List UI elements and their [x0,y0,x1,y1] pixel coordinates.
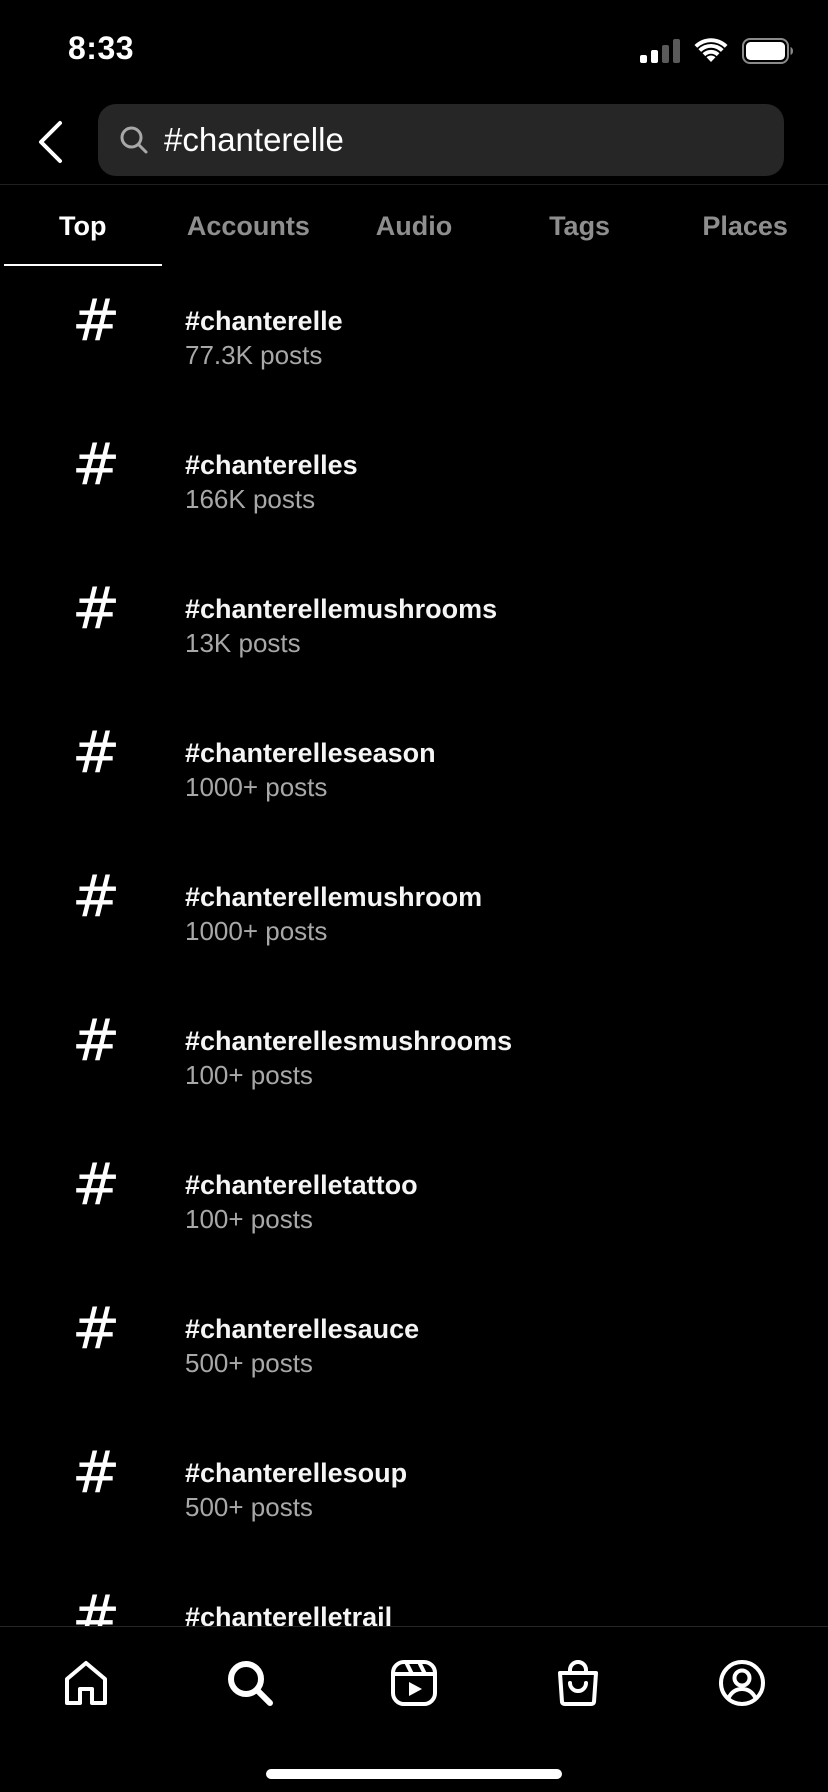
hashtag-icon: # [71,1294,121,1362]
reels-icon [391,1660,437,1706]
list-item[interactable]: # #chanterelle 77.3K posts [0,268,828,412]
post-count: 166K posts [185,484,316,514]
list-item[interactable]: # #chanterellemushrooms 13K posts [0,556,828,700]
hashtag-icon: # [71,430,121,498]
search-input[interactable] [164,121,784,159]
post-count: 13K posts [185,628,301,658]
nav-home[interactable] [56,1653,116,1713]
search-header [0,100,828,184]
search-icon [228,1661,273,1706]
search-bar[interactable] [98,104,784,176]
tab-places[interactable]: Places [662,186,828,266]
nav-profile[interactable] [712,1653,772,1713]
hashtag-name: #chanterelleseason [185,738,436,768]
tab-audio[interactable]: Audio [331,186,497,266]
hashtag-icon: # [71,574,121,642]
list-item[interactable]: # #chanterellesoup 500+ posts [0,1420,828,1564]
nav-search[interactable] [220,1653,280,1713]
list-item[interactable]: # #chanterellesauce 500+ posts [0,1276,828,1420]
status-bar: 8:33 [0,0,828,100]
hashtag-name: #chanterellesauce [185,1314,420,1344]
post-count: 100+ posts [185,1060,313,1090]
cellular-signal-icon [640,39,680,63]
hashtag-icon: # [71,718,121,786]
list-item[interactable]: # #chanterelletattoo 100+ posts [0,1132,828,1276]
post-count: 500+ posts [185,1348,313,1378]
hashtag-icon: # [71,286,121,354]
hashtag-name: #chanterelles [185,450,358,480]
status-time: 8:33 [68,30,135,66]
chevron-left-icon [39,121,62,163]
list-item[interactable]: # #chanterellesmushrooms 100+ posts [0,988,828,1132]
hashtag-name: #chanterellemushroom [185,882,483,912]
back-button[interactable] [28,112,72,172]
search-tabs: Top Accounts Audio Tags Places [0,186,828,266]
bottom-nav [0,1626,828,1792]
list-item[interactable]: # #chanterelleseason 1000+ posts [0,700,828,844]
hashtag-name: #chanterelle [185,306,343,336]
status-icons [640,36,794,66]
list-item[interactable]: # #chanterelles 166K posts [0,412,828,556]
post-count: 1000+ posts [185,772,328,802]
shop-icon [558,1660,598,1706]
results-list: # #chanterelle 77.3K posts # #chanterell… [0,268,828,1626]
hashtag-name: #chanterellesmushrooms [185,1026,513,1056]
search-icon [118,124,150,156]
tab-tags[interactable]: Tags [497,186,663,266]
hashtag-name: #chanterellesoup [185,1458,408,1488]
list-item[interactable]: # #chanterelletrail [0,1564,828,1626]
wifi-icon [694,38,728,62]
hashtag-name: #chanterellemushrooms [185,594,498,624]
tab-accounts[interactable]: Accounts [166,186,332,266]
hashtag-name: #chanterelletrail [185,1602,393,1626]
hashtag-icon: # [71,1438,121,1506]
nav-shop[interactable] [548,1653,608,1713]
tab-top[interactable]: Top [0,186,166,266]
hashtag-icon: # [71,862,121,930]
hashtag-icon: # [71,1150,121,1218]
post-count: 500+ posts [185,1492,313,1522]
hashtag-name: #chanterelletattoo [185,1170,418,1200]
hashtag-icon: # [71,1582,121,1626]
hashtag-icon: # [71,1006,121,1074]
post-count: 1000+ posts [185,916,328,946]
home-indicator [266,1769,562,1779]
home-icon [65,1661,107,1705]
post-count: 100+ posts [185,1204,313,1234]
header-divider [0,184,828,185]
nav-reels[interactable] [384,1653,444,1713]
battery-icon [742,38,793,64]
profile-icon [719,1660,765,1706]
list-item[interactable]: # #chanterellemushroom 1000+ posts [0,844,828,988]
post-count: 77.3K posts [185,340,323,370]
